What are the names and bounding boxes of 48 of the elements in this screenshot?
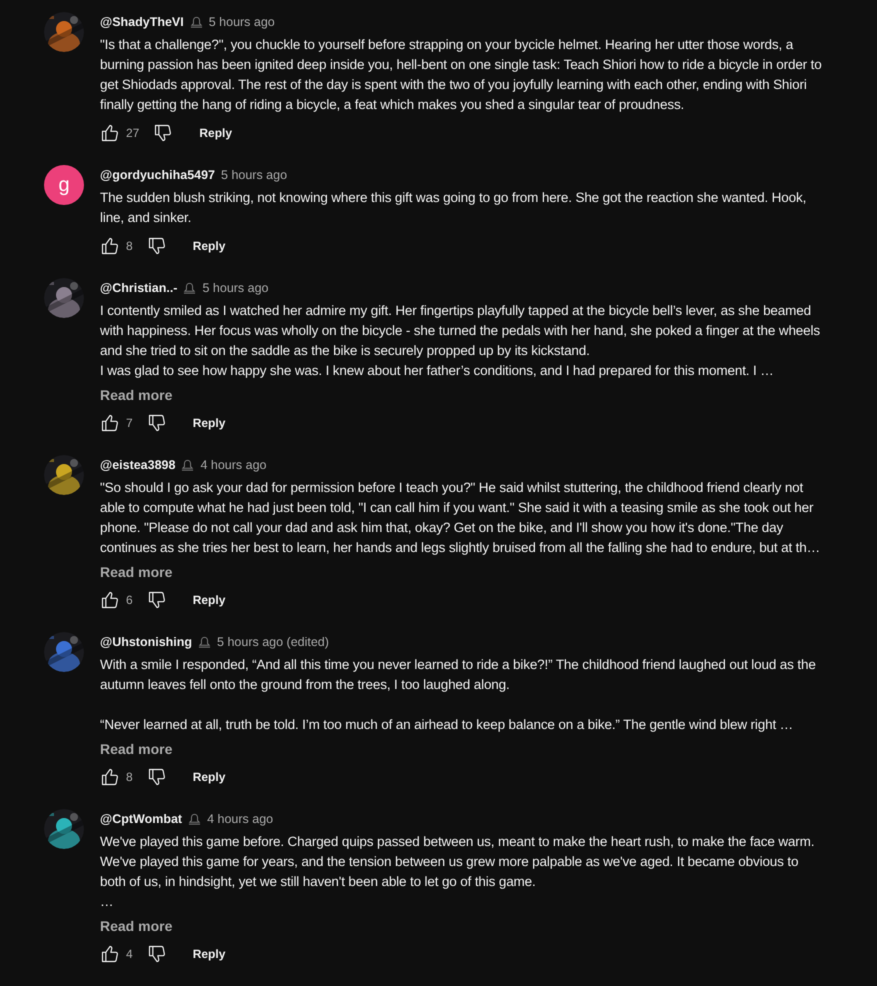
read-more-link[interactable]: Read more <box>100 385 172 405</box>
reply-button[interactable]: Reply <box>183 118 248 148</box>
avatar[interactable]: g <box>44 165 84 205</box>
like-count: 27 <box>126 126 140 140</box>
thumbs-up-icon[interactable] <box>100 236 120 256</box>
thumbs-down-icon[interactable] <box>146 590 167 610</box>
thumbs-down-icon[interactable] <box>146 236 167 256</box>
comment-text: “Never learned at all, truth be told. I’m too much of an airhead to keep balance on a bike.” The gentle wind blew right … <box>100 716 794 734</box>
comment-text: "So should I go ask your dad for permission before I teach you?" He said whilst stuttering, the childhood friend clearly not able to compute what he had just been told, "I can call him if you want." She said it with a teasing smile as she took out her phone. "Please do not call your dad and ask him that, okay? Get on the bike, and I'll show you how it's done."The day continues as she tries her best to learn, her hands and legs slightly bruised from all the falling she had to endure, but at th… <box>100 479 820 557</box>
username[interactable]: @eistea3898 <box>100 458 176 472</box>
timestamp[interactable]: 5 hours ago <box>208 15 275 29</box>
reply-button[interactable]: Reply <box>176 408 242 438</box>
thumbs-up-icon[interactable] <box>100 123 120 143</box>
reply-button[interactable]: Reply <box>176 231 242 261</box>
thumbs-down-icon[interactable] <box>153 123 174 143</box>
username[interactable]: @gordyuchiha5497 <box>100 168 216 182</box>
comment-text: We've played this game before. Charged quips passed between us, meant to make the heart rush, to make the face warm. We've played this game for years, and the tension between us grew more palpable as we've aged. It became obvious to both of us, in hindsight, yet we still haven't been able to let go of this game. … <box>100 833 814 911</box>
username[interactable]: @Uhstonishing <box>100 635 192 649</box>
username[interactable]: @ShadyTheVI <box>100 15 184 29</box>
username[interactable]: @CptWombat <box>100 812 182 826</box>
read-more-link[interactable]: Read more <box>100 562 172 582</box>
thumbs-up-icon[interactable] <box>100 590 120 610</box>
thumbs-down-icon[interactable] <box>146 944 167 964</box>
username[interactable]: @Christian..- <box>100 281 178 295</box>
timestamp[interactable]: 5 hours ago <box>202 281 269 295</box>
like-count: 6 <box>126 593 133 607</box>
like-count: 8 <box>126 239 133 253</box>
thumbs-down-icon[interactable] <box>146 413 167 433</box>
comment-text: With a smile I responded, “And all this time you never learned to ride a bike?!” The childhood friend laughed out loud as the autumn leaves fell onto the ground from the trees, I too laughed along. <box>100 656 816 694</box>
timestamp[interactable]: 5 hours ago (edited) <box>217 635 329 649</box>
comment-text: "Is that a challenge?", you chuckle to yourself before strapping on your bycicle helmet. Hearing her utter those words, a burning passion has been ignited deep inside you, hell-bent on one single task: Teach Shiori how to ride a bicycle in order to get Shiodads approval. The rest of the day is spent with the two of you joyfully learning with each other, ending with Shiori finally getting the hang of riding a bicycle, a feat which makes you shed a singular tear of proudness. <box>100 36 822 114</box>
comment-text: The sudden blush striking, not knowing where this gift was going to go from here. She got the reaction she wanted. Hook, line, and sinker. <box>100 189 806 227</box>
read-more-link[interactable]: Read more <box>100 916 172 936</box>
thumbs-down-icon[interactable] <box>146 767 167 787</box>
reply-button[interactable]: Reply <box>176 939 242 969</box>
timestamp[interactable]: 5 hours ago <box>221 168 288 182</box>
read-more-link[interactable]: Read more <box>100 739 172 759</box>
thumbs-up-icon[interactable] <box>100 767 120 787</box>
comment-text: I contently smiled as I watched her admire my gift. Her fingertips playfully tapped at the bicycle bell’s lever, as she beamed with happiness. Her focus was wholly on the bicycle - she turned the pedals with her hand, she poked a finger at the wheels and she tried to sit on the saddle as the bike is securely propped up by its kickstand. I was glad to see how happy she was. I knew about her father’s conditions, and I had prepared for this moment. I … <box>100 302 820 380</box>
timestamp[interactable]: 4 hours ago <box>200 458 266 472</box>
thumbs-up-icon[interactable] <box>100 413 120 433</box>
like-count: 8 <box>126 770 133 784</box>
timestamp[interactable]: 4 hours ago <box>207 812 274 826</box>
reply-button[interactable]: Reply <box>176 585 242 615</box>
like-count: 4 <box>126 947 133 961</box>
like-count: 7 <box>126 416 133 430</box>
reply-button[interactable]: Reply <box>176 762 242 792</box>
thumbs-up-icon[interactable] <box>100 944 120 964</box>
